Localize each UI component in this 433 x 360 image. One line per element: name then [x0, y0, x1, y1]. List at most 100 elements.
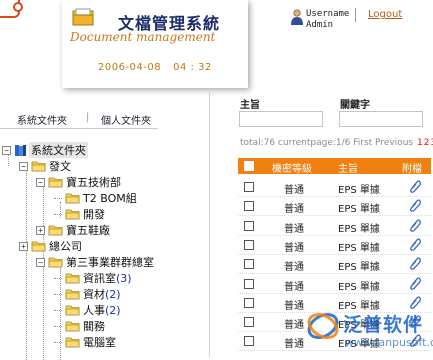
- tree-item[interactable]: 開發: [54, 206, 105, 222]
- expand-toggle[interactable]: +: [36, 225, 45, 235]
- row-subject[interactable]: EPS 單據: [338, 258, 380, 273]
- tree-item-count: (3): [116, 271, 132, 285]
- table-row[interactable]: 普通 EPS 單據: [238, 177, 431, 197]
- folder-icon: [48, 257, 63, 268]
- folder-logo-icon: [72, 8, 94, 26]
- folder-tabs: 系統文件夾 | 個人文件夾: [0, 108, 160, 130]
- table-row[interactable]: 普通 EPS 單據: [238, 235, 431, 255]
- row-level: 普通: [284, 320, 304, 332]
- logout-link[interactable]: Logout: [368, 9, 402, 20]
- folder-icon: [65, 337, 80, 348]
- date-text: 2006-04-08: [98, 62, 162, 73]
- tree-item[interactable]: T2 BOM組: [54, 190, 137, 206]
- paperclip-icon[interactable]: [409, 179, 421, 193]
- tree-item-label: 總公司: [49, 240, 82, 253]
- user-info: Username Admin: [306, 9, 349, 31]
- row-checkbox[interactable]: [244, 259, 254, 270]
- collapse-toggle[interactable]: −: [36, 257, 45, 267]
- row-checkbox[interactable]: [244, 317, 254, 328]
- tree-item-label: 開發: [83, 208, 105, 221]
- watermark: 泛普软件 www.fanpusoft.com: [305, 306, 433, 357]
- row-subject[interactable]: EPS 單據: [338, 181, 380, 196]
- paperclip-icon[interactable]: [409, 256, 421, 271]
- tree-item-count: (2): [105, 287, 121, 301]
- row-level: 普通: [284, 262, 304, 274]
- paperclip-icon[interactable]: [409, 237, 421, 251]
- table-row[interactable]: 普通 EPS 單據: [238, 216, 431, 236]
- row-level: 普通: [284, 242, 304, 254]
- tab-system-folder[interactable]: 系統文件夾: [17, 112, 67, 127]
- folder-icon: [65, 289, 80, 300]
- row-checkbox[interactable]: [244, 220, 254, 231]
- tree-item-count: (2): [105, 303, 121, 317]
- tree-item[interactable]: 資訊室 (3): [54, 270, 132, 286]
- tree-item-label: T2 BOM組: [83, 192, 137, 205]
- folder-icon: [65, 209, 80, 220]
- subject-label: 主旨: [240, 100, 260, 111]
- tree-connector: [54, 325, 62, 327]
- tree-item-label: 寶五鞋廠: [66, 224, 110, 237]
- tree-item[interactable]: + 寶五鞋廠: [36, 222, 110, 238]
- page-link[interactable]: 1: [417, 138, 423, 148]
- row-checkbox[interactable]: [244, 201, 254, 212]
- tree-item[interactable]: − 發文: [19, 158, 71, 174]
- row-subject[interactable]: EPS 單據: [338, 220, 380, 235]
- expand-toggle[interactable]: +: [19, 241, 28, 251]
- tree-root[interactable]: − 系統文件夾: [2, 142, 88, 158]
- row-subject[interactable]: EPS 單據: [338, 239, 380, 254]
- col-level: 機密等級: [272, 164, 312, 175]
- select-all-checkbox[interactable]: [244, 161, 254, 171]
- col-subject: 主旨: [338, 164, 358, 175]
- tree-item[interactable]: − 第三事業群群總室: [36, 254, 154, 270]
- table-row[interactable]: 普通 EPS 單據: [238, 196, 431, 217]
- row-subject[interactable]: EPS 單據: [338, 200, 380, 215]
- tab-personal-folder[interactable]: 個人文件夾: [101, 112, 151, 127]
- pager: total:76 currentpage:1/6 First Previous …: [240, 138, 433, 148]
- collapse-toggle[interactable]: −: [19, 161, 28, 171]
- paperclip-icon[interactable]: [409, 198, 421, 213]
- collapse-toggle[interactable]: −: [36, 177, 45, 187]
- folder-icon: [48, 177, 63, 188]
- collapse-toggle[interactable]: −: [2, 145, 11, 155]
- row-checkbox[interactable]: [244, 278, 254, 289]
- tree-item-label: 寶五技術部: [66, 176, 121, 189]
- row-level: 普通: [284, 204, 304, 216]
- folder-icon: [65, 305, 80, 316]
- page-link[interactable]: 2: [424, 138, 430, 148]
- table-row[interactable]: 普通 EPS 單據: [238, 254, 431, 275]
- keyword-input[interactable]: [339, 111, 423, 127]
- tree-item[interactable]: 電腦室: [54, 334, 116, 350]
- tree-item[interactable]: 關務: [54, 318, 105, 334]
- app-subtitle: Document management: [70, 30, 216, 44]
- tree-connector: [54, 213, 62, 215]
- tab-separator: |: [86, 112, 90, 123]
- folder-icon: [48, 225, 63, 236]
- paperclip-icon[interactable]: [409, 276, 421, 290]
- header-divider: [355, 8, 356, 22]
- tree-item[interactable]: 人事 (2): [54, 302, 121, 318]
- tree-guide: [43, 186, 44, 360]
- row-checkbox[interactable]: [244, 336, 254, 347]
- tree-connector: [54, 309, 62, 311]
- books-icon: [15, 144, 26, 156]
- tree-item-label: 發文: [49, 160, 71, 173]
- tree-item[interactable]: − 寶五技術部: [36, 174, 121, 190]
- folder-icon: [65, 321, 80, 332]
- watermark-text: 泛普软件: [343, 314, 424, 336]
- row-checkbox[interactable]: [244, 182, 254, 192]
- row-checkbox[interactable]: [244, 239, 254, 250]
- watermark-url: www.fanpusoft.com: [345, 336, 433, 349]
- panel-divider: [209, 88, 210, 357]
- folder-tree: − 系統文件夾 − 發文 − 寶五技術部 T2 BOM組 開發 + 寶五鞋廠 + 總公司 − 第三事業…: [0, 140, 208, 360]
- tree-item[interactable]: + 總公司: [19, 238, 82, 254]
- tree-item-label: 資訊室: [83, 272, 116, 285]
- folder-icon: [65, 273, 80, 284]
- tree-guide: [26, 170, 27, 360]
- subject-input[interactable]: [239, 111, 323, 127]
- row-checkbox[interactable]: [244, 297, 254, 308]
- paperclip-icon[interactable]: [409, 218, 421, 232]
- table-row[interactable]: 普通 EPS 單據: [238, 274, 431, 294]
- tree-item-label: 資材: [83, 288, 105, 301]
- tree-item[interactable]: 資材 (2): [54, 286, 121, 302]
- row-subject[interactable]: EPS 單據: [338, 278, 380, 293]
